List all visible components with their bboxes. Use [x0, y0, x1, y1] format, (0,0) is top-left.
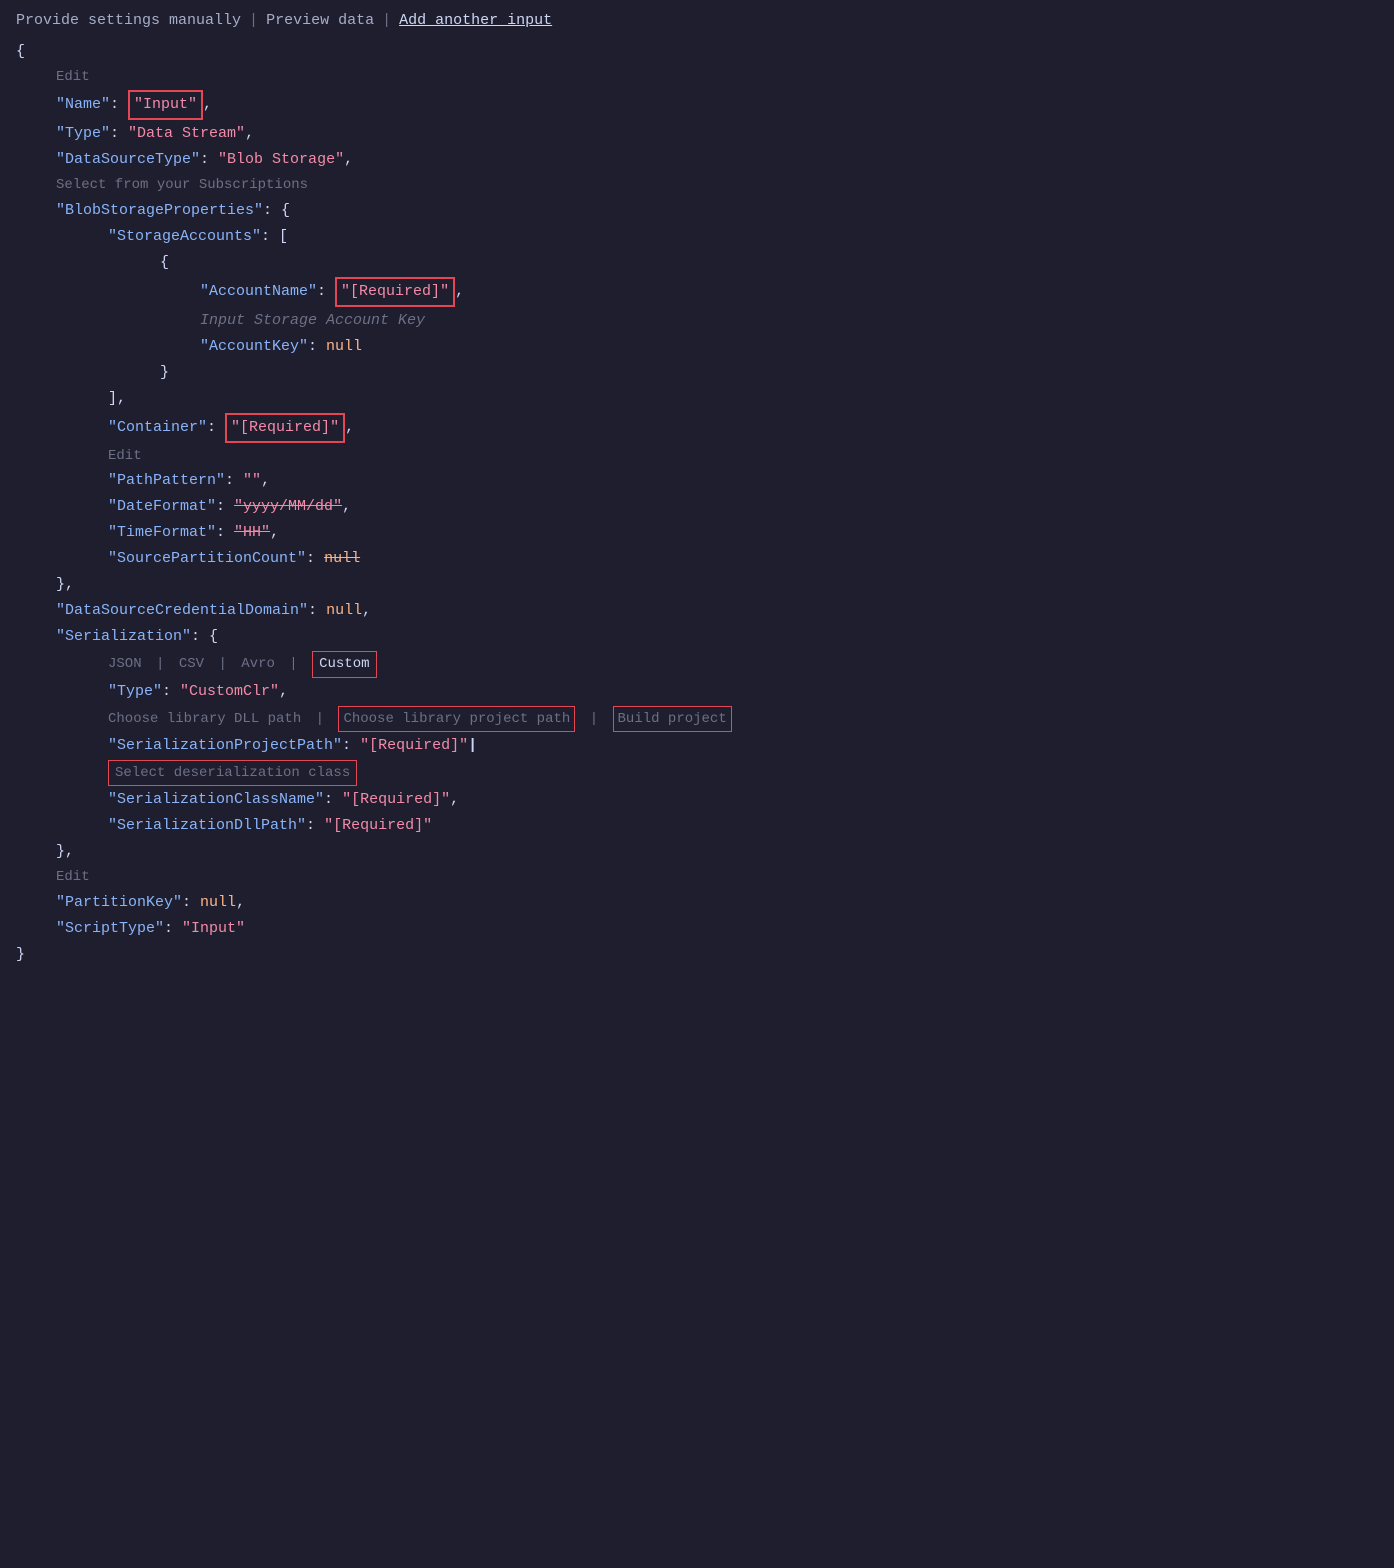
- serialization-class-name-key: "SerializationClassName": [108, 788, 324, 812]
- choose-lib-dll-path-link[interactable]: Choose library DLL path: [108, 708, 301, 730]
- datasource-type-line: "DataSourceType" : "Blob Storage" ,: [16, 147, 1378, 173]
- path-pattern-value: "": [243, 469, 261, 493]
- datasource-credential-domain-value: null: [326, 599, 362, 623]
- account-name-value-highlight[interactable]: "[Required]": [335, 277, 455, 307]
- build-project-link[interactable]: Build project: [613, 706, 732, 732]
- type-key: "Type": [56, 122, 110, 146]
- name-value: "Input": [134, 93, 197, 117]
- library-path-bar: Choose library DLL path | Choose library…: [108, 706, 732, 732]
- sep2: |: [382, 12, 391, 29]
- source-partition-count-line: "SourcePartitionCount" : null: [16, 546, 1378, 572]
- edit-label-1: Edit: [16, 65, 1378, 89]
- cursor: |: [468, 734, 477, 758]
- ser-type-value: "CustomClr": [180, 680, 279, 704]
- select-subscriptions-link[interactable]: Select from your Subscriptions: [56, 174, 308, 196]
- partition-key-key: "PartitionKey": [56, 891, 182, 915]
- serialization-project-path-line: "SerializationProjectPath" : "[Required]…: [16, 733, 1378, 759]
- select-deserialization-class-line: Select deserialization class: [16, 759, 1378, 787]
- name-key: "Name": [56, 93, 110, 117]
- partition-key-value: null: [200, 891, 236, 915]
- select-deserialization-class-link[interactable]: Select deserialization class: [108, 760, 357, 786]
- serialization-class-name-line: "SerializationClassName" : "[Required]" …: [16, 787, 1378, 813]
- sep1: |: [249, 12, 258, 29]
- serialization-type-bar: JSON | CSV | Avro | Custom: [108, 651, 377, 677]
- name-line: "Name" : "Input" ,: [16, 89, 1378, 121]
- serialization-type-bar-line: JSON | CSV | Avro | Custom: [16, 650, 1378, 678]
- script-type-value: "Input": [182, 917, 245, 941]
- blob-close-brace: },: [16, 572, 1378, 598]
- serialization-project-path-key: "SerializationProjectPath": [108, 734, 342, 758]
- date-format-value: "yyyy/MM/dd": [234, 495, 342, 519]
- partition-key-line: "PartitionKey" : null ,: [16, 890, 1378, 916]
- datasource-type-key: "DataSourceType": [56, 148, 200, 172]
- input-storage-account-key-line: Input Storage Account Key: [16, 308, 1378, 334]
- ser-type-csv[interactable]: CSV: [179, 653, 204, 675]
- serialization-key: "Serialization": [56, 625, 191, 649]
- edit-link-1[interactable]: Edit: [56, 66, 90, 88]
- inner-close-brace: }: [16, 360, 1378, 386]
- edit-label-3-line: Edit: [16, 865, 1378, 889]
- blob-storage-properties-line: "BlobStorageProperties" : {: [16, 198, 1378, 224]
- time-format-key: "TimeFormat": [108, 521, 216, 545]
- close-bracket-line: ],: [16, 386, 1378, 412]
- inner-open-brace: {: [16, 250, 1378, 276]
- name-value-highlight[interactable]: "Input": [128, 90, 203, 120]
- choose-lib-project-path-link[interactable]: Choose library project path: [338, 706, 575, 732]
- library-path-bar-line: Choose library DLL path | Choose library…: [16, 705, 1378, 733]
- account-name-value: "[Required]": [341, 280, 449, 304]
- source-partition-count-value: null: [324, 547, 360, 571]
- datasource-type-value: "Blob Storage": [218, 148, 344, 172]
- container-line: "Container" : "[Required]" ,: [16, 412, 1378, 444]
- ser-close-brace: },: [16, 839, 1378, 865]
- account-key-line: "AccountKey" : null: [16, 334, 1378, 360]
- edit-link-3[interactable]: Edit: [56, 866, 90, 888]
- type-line: "Type" : "Data Stream" ,: [16, 121, 1378, 147]
- blob-storage-properties-key: "BlobStorageProperties": [56, 199, 263, 223]
- select-subscriptions-line: Select from your Subscriptions: [16, 173, 1378, 197]
- script-type-line: "ScriptType" : "Input": [16, 916, 1378, 942]
- open-brace: {: [16, 39, 1378, 65]
- account-name-key: "AccountName": [200, 280, 317, 304]
- json-editor: { Edit "Name" : "Input" , "Type" : "Data…: [16, 39, 1378, 968]
- ser-type-avro[interactable]: Avro: [241, 653, 275, 675]
- serialization-class-name-value: "[Required]": [342, 788, 450, 812]
- ser-type-custom[interactable]: Custom: [312, 651, 376, 677]
- provide-settings-link[interactable]: Provide settings manually: [16, 12, 241, 29]
- serialization-dll-path-key: "SerializationDllPath": [108, 814, 306, 838]
- add-another-input-link[interactable]: Add another input: [399, 12, 552, 29]
- storage-accounts-key: "StorageAccounts": [108, 225, 261, 249]
- input-storage-account-key-label: Input Storage Account Key: [200, 309, 425, 333]
- serialization-dll-path-value: "[Required]": [324, 814, 432, 838]
- date-format-key: "DateFormat": [108, 495, 216, 519]
- serialization-project-path-value: "[Required]": [360, 734, 468, 758]
- time-format-line: "TimeFormat" : "HH" ,: [16, 520, 1378, 546]
- account-name-line: "AccountName" : "[Required]" ,: [16, 276, 1378, 308]
- datasource-credential-domain-key: "DataSourceCredentialDomain": [56, 599, 308, 623]
- preview-data-link[interactable]: Preview data: [266, 12, 374, 29]
- datasource-credential-domain-line: "DataSourceCredentialDomain" : null ,: [16, 598, 1378, 624]
- container-key: "Container": [108, 416, 207, 440]
- account-key-key: "AccountKey": [200, 335, 308, 359]
- serialization-line: "Serialization" : {: [16, 624, 1378, 650]
- serialization-dll-path-line: "SerializationDllPath" : "[Required]": [16, 813, 1378, 839]
- account-key-value: null: [326, 335, 362, 359]
- ser-type-key: "Type": [108, 680, 162, 704]
- container-value: "[Required]": [231, 416, 339, 440]
- edit-link-2[interactable]: Edit: [108, 445, 142, 467]
- path-pattern-line: "PathPattern" : "" ,: [16, 468, 1378, 494]
- script-type-key: "ScriptType": [56, 917, 164, 941]
- ser-type-line: "Type" : "CustomClr" ,: [16, 679, 1378, 705]
- path-pattern-key: "PathPattern": [108, 469, 225, 493]
- top-bar: Provide settings manually | Preview data…: [16, 12, 1378, 29]
- edit-label-2-line: Edit: [16, 444, 1378, 468]
- container-value-highlight[interactable]: "[Required]": [225, 413, 345, 443]
- source-partition-count-key: "SourcePartitionCount": [108, 547, 306, 571]
- close-brace-final: }: [16, 942, 1378, 968]
- date-format-line: "DateFormat" : "yyyy/MM/dd" ,: [16, 494, 1378, 520]
- type-value: "Data Stream": [128, 122, 245, 146]
- time-format-value: "HH": [234, 521, 270, 545]
- storage-accounts-line: "StorageAccounts" : [: [16, 224, 1378, 250]
- ser-type-json[interactable]: JSON: [108, 653, 142, 675]
